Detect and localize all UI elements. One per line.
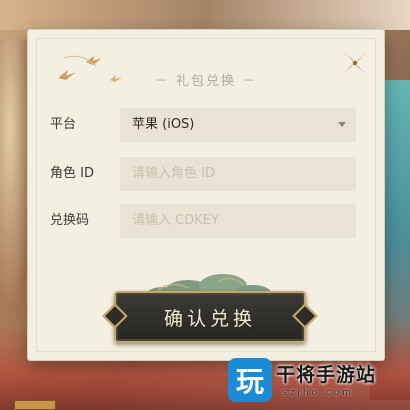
role-id-label: 角色 ID <box>50 166 94 181</box>
site-domain: szjho.com <box>282 388 355 398</box>
platform-label: 平台 <box>50 117 77 132</box>
dialog-title: － 礼包兑换 － <box>154 74 258 89</box>
close-button[interactable] <box>340 48 370 78</box>
role-id-input[interactable] <box>120 157 356 191</box>
gift-redeem-dialog: － 礼包兑换 － 平台 苹果 (iOS) 角色 ID 兑换码 <box>28 30 384 360</box>
redeem-code-row: 兑换码 <box>50 204 362 238</box>
chevron-down-icon <box>338 122 346 127</box>
platform-select[interactable]: 苹果 (iOS) <box>120 108 356 142</box>
close-icon <box>345 53 365 73</box>
confirm-redeem-button[interactable]: 确认兑换 <box>114 291 306 343</box>
background-art-top <box>0 0 410 30</box>
redeem-code-label: 兑换码 <box>50 213 90 228</box>
site-logo-icon: 玩 <box>228 358 272 402</box>
site-watermark: 玩 干将手游站 szjho.com <box>220 356 410 410</box>
corner-item-icon <box>14 400 56 410</box>
role-id-row: 角色 ID <box>50 157 362 191</box>
game-screen: － 礼包兑换 － 平台 苹果 (iOS) 角色 ID 兑换码 <box>0 0 410 410</box>
redeem-code-input[interactable] <box>120 204 356 238</box>
site-name: 干将手游站 <box>276 364 377 386</box>
platform-row: 平台 苹果 (iOS) <box>50 108 362 142</box>
platform-selected-value: 苹果 (iOS) <box>132 117 195 132</box>
